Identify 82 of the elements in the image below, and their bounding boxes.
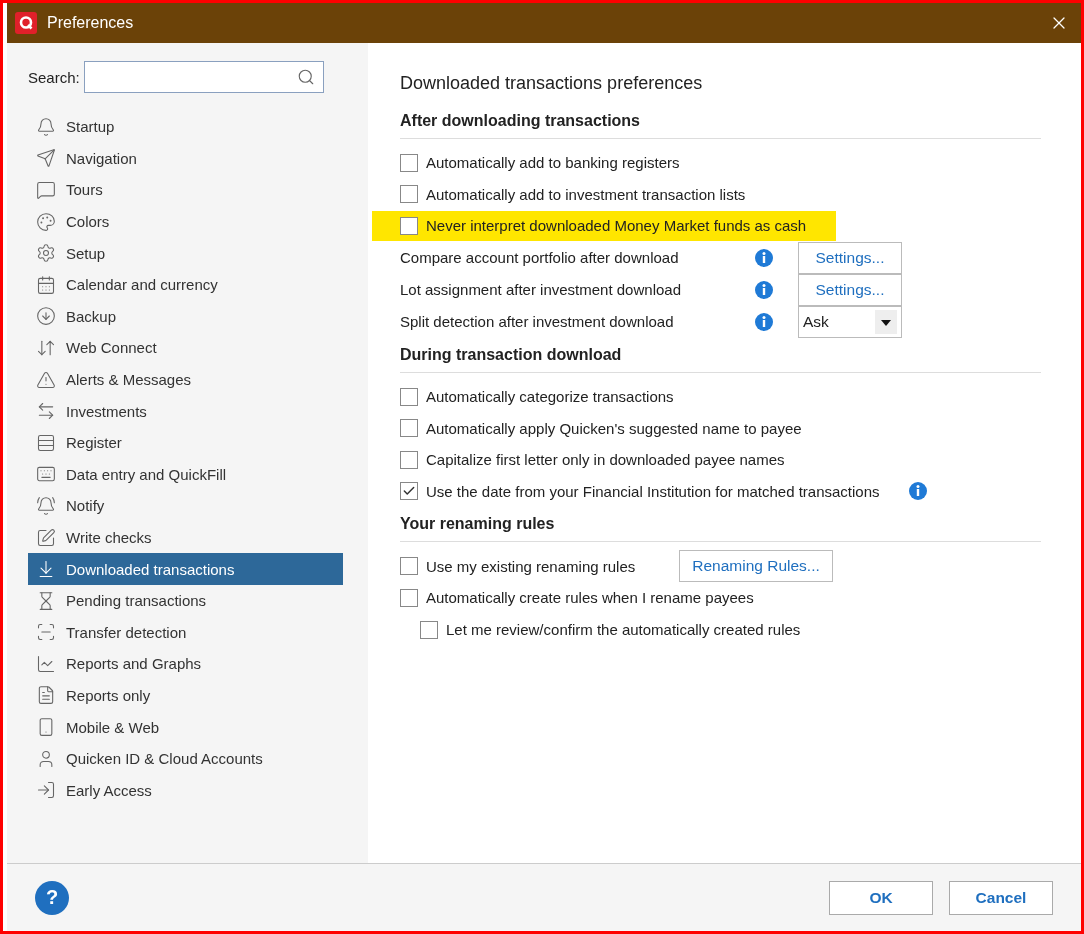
section-heading: Your renaming rules [400,515,1041,543]
sidebar-item[interactable]: Navigation [28,142,343,175]
section-heading: During transaction download [400,345,1041,373]
checkbox[interactable] [400,482,418,501]
option-label: Capitalize first letter only in downloaded payee names [426,451,785,469]
setting-label: Split detection after investment download [400,313,675,331]
menu-item-icon [36,274,56,295]
menu-item-icon [36,495,56,516]
settings-button[interactable]: Settings... [798,241,902,274]
window-title: Preferences [47,14,135,32]
help-button[interactable]: ? [35,880,69,915]
option-label: Automatically apply Quicken's suggested name to payee [426,419,802,437]
option-label: Use my existing renaming rules [426,557,636,575]
option-label: Use the date from your Financial Institution for matched transactions [426,482,880,500]
option-label: Automatically add to investment transaction lists [426,185,746,203]
sidebar-item[interactable]: Alerts & Messages [28,363,343,396]
menu-item-icon [36,116,56,137]
sidebar-item[interactable]: Quicken ID & Cloud Accounts [28,742,343,775]
option-label: Automatically create rules when I rename payees [426,589,754,607]
search-field[interactable] [83,61,324,93]
renaming-rules-button[interactable]: Renaming Rules... [679,550,833,583]
menu-item-icon [36,685,56,706]
checkbox[interactable] [400,153,418,172]
sidebar-item[interactable]: Web Connect [28,332,343,364]
caret-icon [875,309,897,334]
sidebar-item[interactable]: Mobile & Web [28,711,343,743]
checkbox[interactable] [400,588,418,607]
checkbox[interactable] [400,387,418,406]
setting-label: Lot assignment after investment download [400,281,682,299]
sidebar-item[interactable]: Write checks [28,521,343,554]
checkbox[interactable] [400,185,418,204]
info-icon[interactable] [754,279,774,300]
info-icon[interactable] [754,247,774,268]
menu-item-icon [36,211,56,232]
search-label: Search: [28,68,80,86]
sidebar-item[interactable]: Pending transactions [28,584,343,617]
dropdown[interactable]: Ask [798,305,902,338]
option-label: Let me review/confirm the automatically created rules [446,621,801,639]
sidebar-item[interactable]: Investments [28,395,343,427]
option-label: Automatically add to banking registers [426,154,680,172]
menu-item-icon [36,527,56,548]
sidebar-item[interactable]: Setup [28,237,343,269]
dialog-button[interactable]: Cancel [949,880,1053,915]
sidebar-item[interactable]: Reports and Graphs [28,648,343,680]
info-icon[interactable] [907,481,928,502]
menu-item-icon [36,180,56,200]
page-title: Downloaded transactions preferences [400,73,704,94]
logo-icon [15,12,37,34]
menu-item-icon [36,653,56,674]
sidebar-item[interactable]: Data entry and QuickFill [28,458,343,491]
settings-button[interactable]: Settings... [798,273,902,306]
info-icon[interactable] [754,311,774,332]
option-label: Never interpret downloaded Money Market funds as cash [426,217,807,235]
checkbox[interactable] [400,419,418,438]
menu-item-icon [36,780,56,801]
menu-item-icon [36,243,56,264]
sidebar-item[interactable]: Backup [28,300,343,333]
sidebar-item[interactable]: Tours [28,174,343,206]
menu-item-icon [36,369,56,390]
section-heading: After downloading transactions [400,112,1041,139]
sidebar-item[interactable]: Downloaded transactions [28,553,343,585]
menu-item-icon [36,432,56,453]
dialog-button[interactable]: OK [829,880,933,915]
setting-label: Compare account portfolio after download [400,249,680,267]
sidebar-item[interactable]: Startup [28,111,343,143]
option-label: Automatically categorize transactions [426,388,674,406]
sidebar-item[interactable]: Notify [28,490,343,522]
sidebar-item[interactable]: Reports only [28,679,343,712]
sidebar-item[interactable]: Early Access [28,774,343,807]
menu-item-icon [36,306,56,327]
sidebar-item[interactable]: Register [28,426,343,459]
checkbox[interactable] [420,620,438,639]
search-icon [296,68,315,86]
checkbox[interactable] [400,557,418,576]
checkbox[interactable] [400,450,418,469]
sidebar-item[interactable]: Colors [28,205,343,238]
menu-item-icon [36,401,56,422]
sidebar-item[interactable]: Transfer detection [28,616,343,649]
menu-item-icon [36,622,56,643]
checkbox[interactable] [400,217,418,235]
menu-item-icon [36,148,56,169]
sidebar-item[interactable]: Calendar and currency [28,268,343,301]
